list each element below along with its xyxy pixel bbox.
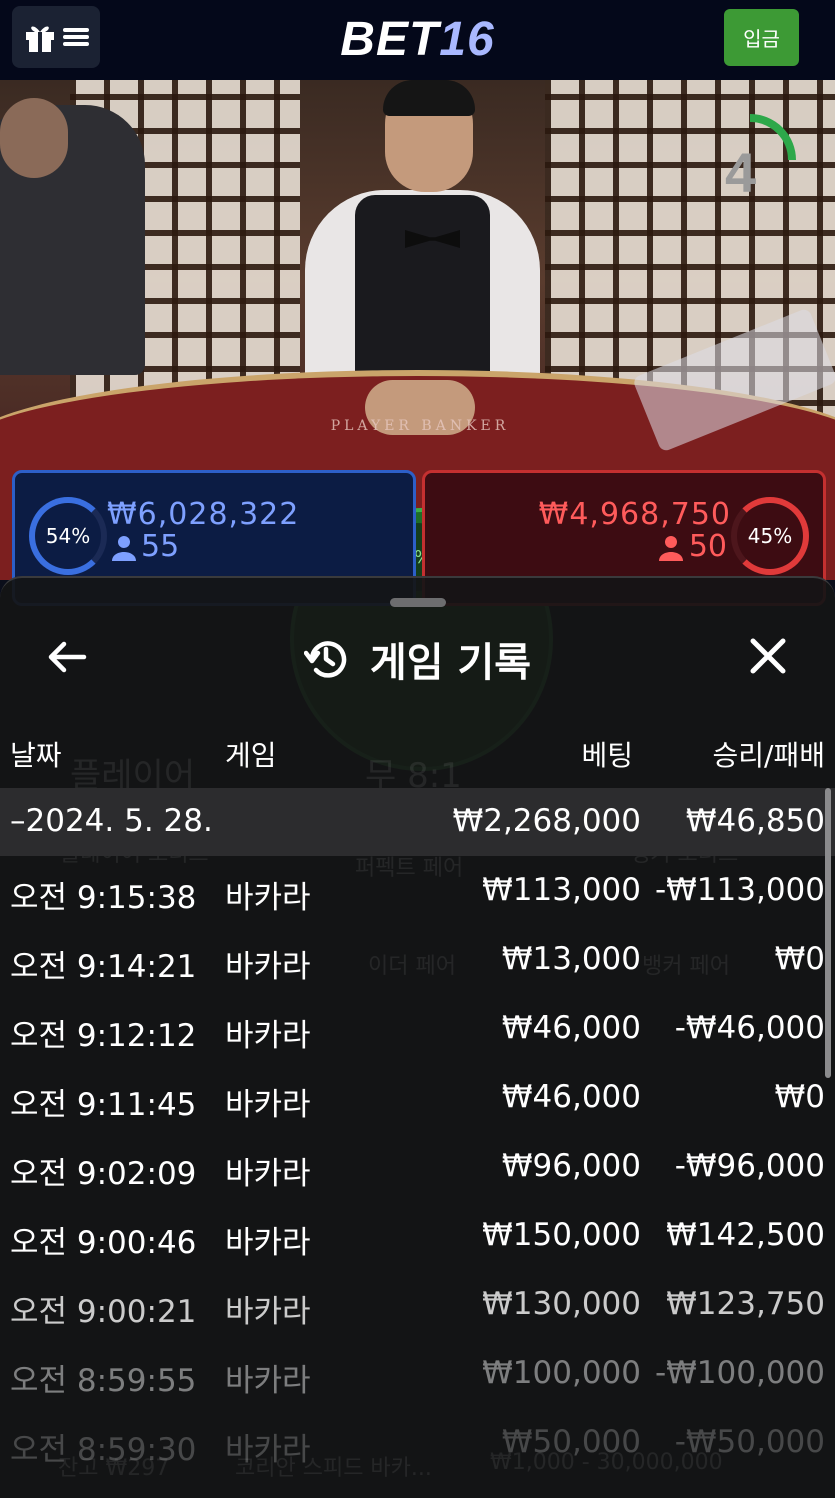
row-bet: ₩50,000 — [501, 1424, 641, 1460]
row-result: ₩123,750 — [666, 1286, 825, 1322]
user-icon — [659, 536, 683, 561]
game-history-sheet: 플레이어 무 8:1 플레이어 보너스 퍼펙트 페어 뱅커 보너스 이더 페어 … — [0, 576, 835, 1498]
table-row[interactable]: 오전 9:15:38 바카라 ₩113,000 -₩113,000 — [0, 856, 835, 925]
table-row[interactable]: 오전 9:12:12 바카라 ₩46,000 -₩46,000 — [0, 994, 835, 1063]
row-result: ₩0 — [774, 941, 825, 977]
logo-bet: BET — [340, 13, 440, 66]
site-logo[interactable]: BET16 — [0, 12, 835, 67]
user-icon — [112, 536, 136, 561]
table-row[interactable]: 오전 8:59:30 바카라 ₩50,000 -₩50,000 — [0, 1408, 835, 1477]
row-result: -₩100,000 — [654, 1355, 825, 1391]
row-game: 바카라 — [225, 1018, 311, 1054]
banker-percent: 45% — [731, 497, 809, 575]
column-date: 날짜 — [10, 739, 62, 772]
table-row[interactable]: 오전 9:00:21 바카라 ₩130,000 ₩123,750 — [0, 1270, 835, 1339]
sheet-header: 게임 기록 — [0, 618, 835, 698]
player-amount: ₩6,028,322 — [107, 497, 300, 532]
row-game: 바카라 — [225, 1294, 311, 1330]
table-row[interactable]: 오전 8:59:55 바카라 ₩100,000 -₩100,000 — [0, 1339, 835, 1408]
group-date: –2024. 5. 28. — [10, 803, 213, 839]
row-time: 오전 9:00:46 — [10, 1225, 197, 1261]
table-row[interactable]: 오전 9:11:45 바카라 ₩46,000 ₩0 — [0, 1063, 835, 1132]
row-time: 오전 9:15:38 — [10, 880, 197, 916]
player-percent: 54% — [29, 497, 107, 575]
row-result: ₩142,500 — [666, 1217, 825, 1253]
column-bet: 베팅 — [581, 739, 633, 772]
row-time: 오전 9:11:45 — [10, 1087, 197, 1123]
column-game: 게임 — [225, 739, 277, 772]
row-bet: ₩13,000 — [501, 941, 641, 977]
row-bet: ₩96,000 — [501, 1148, 641, 1184]
history-icon — [303, 641, 347, 678]
scrollbar[interactable] — [825, 788, 831, 1078]
row-time: 오전 9:14:21 — [10, 949, 197, 985]
group-result-total: ₩46,850 — [685, 803, 825, 839]
banker-count: 50 — [688, 529, 727, 564]
row-bet: ₩113,000 — [482, 872, 641, 908]
row-result: -₩46,000 — [674, 1010, 825, 1046]
column-result: 승리/패배 — [712, 739, 825, 772]
table-header: 날짜 게임 베팅 승리/패배 — [0, 728, 835, 778]
row-game: 바카라 — [225, 1156, 311, 1192]
row-bet: ₩150,000 — [482, 1217, 641, 1253]
row-bet: ₩46,000 — [501, 1010, 641, 1046]
date-group-row[interactable]: –2024. 5. 28. ₩2,268,000 ₩46,850 — [0, 788, 835, 856]
close-icon[interactable] — [748, 636, 788, 676]
row-bet: ₩46,000 — [501, 1079, 641, 1115]
row-result: -₩96,000 — [674, 1148, 825, 1184]
row-game: 바카라 — [225, 880, 311, 916]
row-game: 바카라 — [225, 1432, 311, 1468]
table-label: PLAYER BANKER — [330, 418, 510, 434]
table-row[interactable]: 오전 9:02:09 바카라 ₩96,000 -₩96,000 — [0, 1132, 835, 1201]
top-bar: BET16 입금 — [0, 0, 835, 80]
table-row[interactable]: 오전 9:00:46 바카라 ₩150,000 ₩142,500 — [0, 1201, 835, 1270]
row-time: 오전 9:02:09 — [10, 1156, 197, 1192]
sheet-drag-handle[interactable] — [390, 598, 446, 607]
row-bet: ₩100,000 — [482, 1355, 641, 1391]
row-game: 바카라 — [225, 949, 311, 985]
logo-number: 16 — [439, 13, 495, 66]
dealer-hair — [383, 80, 475, 116]
row-time: 오전 8:59:30 — [10, 1432, 197, 1468]
row-bet: ₩130,000 — [482, 1286, 641, 1322]
background-person-head — [0, 98, 68, 178]
history-list: 오전 9:15:38 바카라 ₩113,000 -₩113,000 오전 9:1… — [0, 856, 835, 1477]
deposit-button[interactable]: 입금 — [724, 9, 799, 66]
banker-amount: ₩4,968,750 — [538, 497, 731, 532]
row-result: -₩113,000 — [654, 872, 825, 908]
row-time: 오전 8:59:55 — [10, 1363, 197, 1399]
row-game: 바카라 — [225, 1363, 311, 1399]
row-game: 바카라 — [225, 1087, 311, 1123]
row-result: ₩0 — [774, 1079, 825, 1115]
row-game: 바카라 — [225, 1225, 311, 1261]
row-result: -₩50,000 — [674, 1424, 825, 1460]
player-count: 55 — [141, 529, 180, 564]
row-time: 오전 9:00:21 — [10, 1294, 197, 1330]
group-bet-total: ₩2,268,000 — [452, 803, 641, 839]
row-time: 오전 9:12:12 — [10, 1018, 197, 1054]
table-row[interactable]: 오전 9:14:21 바카라 ₩13,000 ₩0 — [0, 925, 835, 994]
sheet-title: 게임 기록 — [369, 640, 532, 686]
countdown-timer: 4 — [725, 141, 757, 204]
